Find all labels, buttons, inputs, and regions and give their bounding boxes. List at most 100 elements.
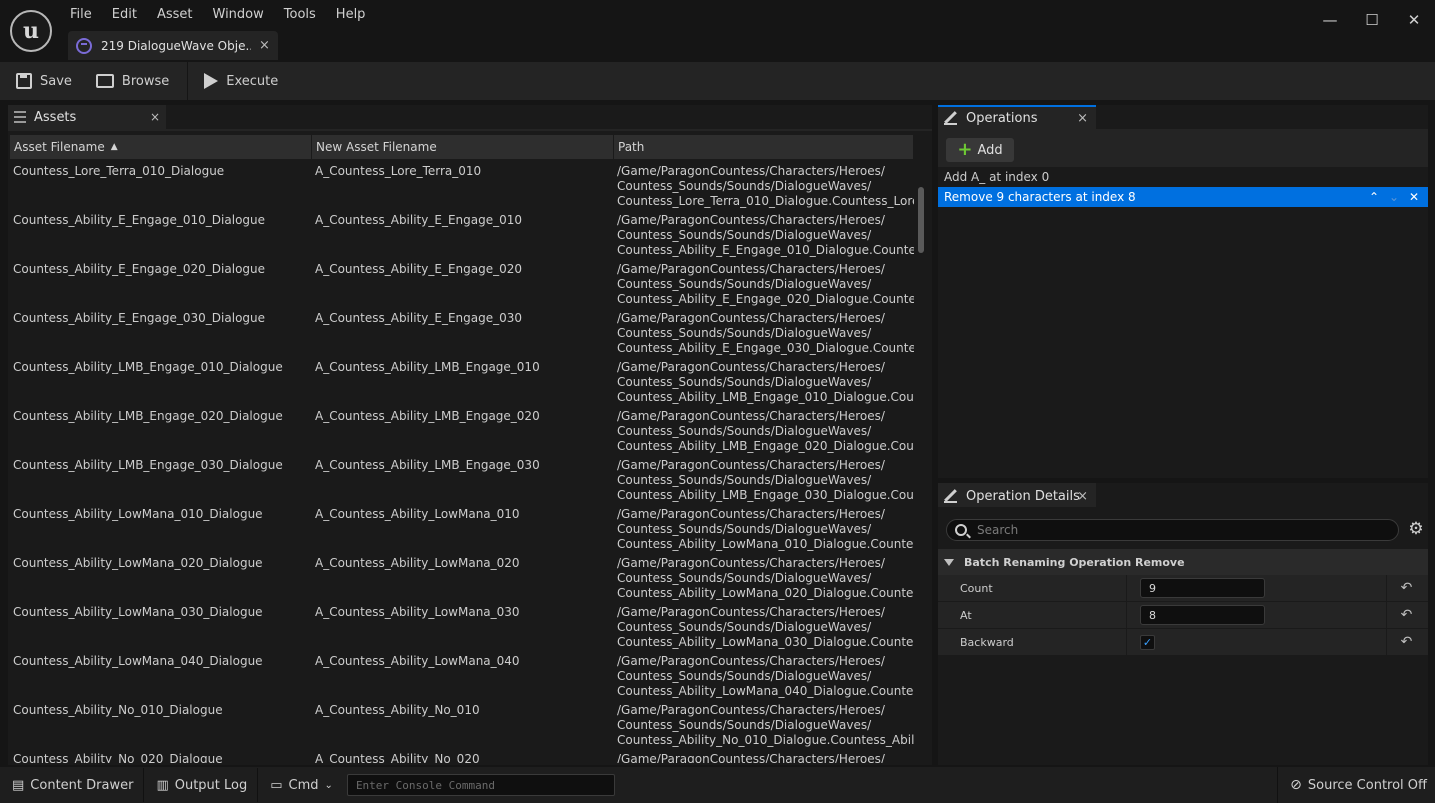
path-line: Countess_Ability_LowMana_030_Dialogue.Co…	[617, 635, 914, 649]
path-cell: /Game/ParagonCountess/Characters/Heroes/…	[614, 404, 914, 453]
close-assets-tab-icon[interactable]: ×	[150, 110, 160, 124]
menu-bar: File Edit Asset Window Tools Help	[60, 4, 375, 26]
menu-window[interactable]: Window	[203, 4, 274, 26]
maximize-button[interactable]: ☐	[1351, 0, 1393, 40]
path-line: /Game/ParagonCountess/Characters/Heroes/	[617, 213, 885, 227]
table-row[interactable]: Countess_Ability_LowMana_030_Dialogue A_C…	[10, 600, 914, 649]
execute-button[interactable]: Execute	[196, 66, 286, 96]
new-asset-filename-cell: A_Countess_Ability_No_010	[315, 703, 480, 717]
status-divider	[257, 768, 259, 802]
table-row[interactable]: Countess_Ability_E_Engage_030_Dialogue A_…	[10, 306, 914, 355]
source-control-button[interactable]: ⊘ Source Control Off	[1277, 767, 1427, 803]
source-control-label: Source Control Off	[1307, 777, 1427, 793]
save-button[interactable]: Save	[8, 66, 80, 96]
column-header-label: Asset Filename	[14, 140, 105, 154]
cmd-label: Cmd	[288, 777, 319, 793]
new-asset-filename-cell: A_Countess_Ability_LowMana_010	[315, 507, 520, 521]
move-up-icon[interactable]: ⌃	[1364, 190, 1384, 204]
assets-table: Asset Filename ▲ New Asset Filename Path…	[8, 129, 932, 765]
column-divider[interactable]	[1126, 629, 1127, 655]
count-field[interactable]	[1140, 578, 1265, 598]
cmd-dropdown[interactable]: ▭ Cmd ⌄	[264, 768, 339, 802]
at-field[interactable]	[1140, 605, 1265, 625]
path-cell: /Game/ParagonCountess/Characters/Heroes/…	[614, 257, 914, 306]
details-body: ⚙ Batch Renaming Operation Remove Count …	[938, 507, 1428, 765]
asset-filename-cell: Countess_Lore_Terra_010_Dialogue	[13, 164, 225, 178]
menu-file[interactable]: File	[60, 4, 102, 26]
output-log-button[interactable]: ▥ Output Log	[150, 768, 253, 802]
reset-to-default-icon[interactable]: ↶	[1386, 575, 1426, 601]
table-row[interactable]: Countess_Ability_E_Engage_020_Dialogue A_…	[10, 257, 914, 306]
unreal-logo-icon[interactable]: u	[10, 10, 52, 52]
move-down-icon[interactable]: ⌄	[1384, 190, 1404, 204]
menu-tools[interactable]: Tools	[274, 4, 326, 26]
table-row[interactable]: Countess_Ability_No_020_Dialogue A_Counte…	[10, 747, 914, 763]
table-row[interactable]: Countess_Lore_Terra_010_Dialogue A_Counte…	[10, 159, 914, 208]
column-divider[interactable]	[1126, 575, 1127, 601]
browse-button[interactable]: Browse	[88, 66, 177, 96]
column-header-asset-filename[interactable]: Asset Filename ▲	[10, 135, 312, 159]
operation-item[interactable]: Add A_ at index 0	[938, 167, 1428, 187]
operations-tab[interactable]: Operations ×	[938, 105, 1096, 129]
menu-edit[interactable]: Edit	[102, 4, 147, 26]
property-row-backward: Backward ✓ ↶	[938, 629, 1428, 656]
play-icon	[204, 73, 219, 89]
asset-filename-cell: Countess_Ability_LMB_Engage_020_Dialogue	[13, 409, 283, 423]
dialogue-wave-icon	[76, 37, 92, 54]
table-row[interactable]: Countess_Ability_LowMana_040_Dialogue A_C…	[10, 649, 914, 698]
table-row[interactable]: Countess_Ability_LowMana_010_Dialogue A_C…	[10, 502, 914, 551]
path-cell: /Game/ParagonCountess/Characters/Heroes/…	[614, 551, 914, 600]
operations-body: + Add Add A_ at index 0 Remove 9 charact…	[938, 129, 1428, 478]
gear-icon[interactable]: ⚙	[1407, 520, 1425, 538]
column-header-path[interactable]: Path	[614, 135, 914, 159]
table-row[interactable]: Countess_Ability_LowMana_020_Dialogue A_C…	[10, 551, 914, 600]
table-row[interactable]: Countess_Ability_No_010_Dialogue A_Counte…	[10, 698, 914, 747]
assets-tab-label: Assets	[34, 109, 77, 125]
path-line: Countess_Ability_LMB_Engage_020_Dialogue…	[617, 439, 914, 453]
toolbar: Save Browse Execute	[0, 62, 1435, 100]
add-label: Add	[977, 142, 1003, 158]
table-row[interactable]: Countess_Ability_LMB_Engage_030_Dialogue…	[10, 453, 914, 502]
table-row[interactable]: Countess_Ability_LMB_Engage_010_Dialogue…	[10, 355, 914, 404]
category-header[interactable]: Batch Renaming Operation Remove	[938, 549, 1428, 575]
column-header-new-asset-filename[interactable]: New Asset Filename	[312, 135, 614, 159]
table-row[interactable]: Countess_Ability_E_Engage_010_Dialogue A_…	[10, 208, 914, 257]
minimize-button[interactable]: —	[1309, 0, 1351, 40]
asset-filename-cell: Countess_Ability_LowMana_010_Dialogue	[13, 507, 263, 521]
menu-help[interactable]: Help	[326, 4, 376, 26]
document-tab[interactable]: 219 DialogueWave Obje... ×	[68, 31, 278, 60]
operation-item-selected[interactable]: Remove 9 characters at index 8 ⌃ ⌄ ✕	[938, 187, 1428, 207]
column-divider[interactable]	[1126, 602, 1127, 628]
menu-asset[interactable]: Asset	[147, 4, 203, 26]
browse-label: Browse	[121, 73, 170, 89]
content-drawer-button[interactable]: ▤ Content Drawer	[6, 768, 139, 802]
reset-to-default-icon[interactable]: ↶	[1386, 629, 1426, 655]
close-operations-tab-icon[interactable]: ×	[1077, 111, 1088, 126]
search-box[interactable]	[946, 519, 1399, 541]
new-asset-filename-cell: A_Countess_Ability_LMB_Engage_010	[315, 360, 540, 374]
path-line: Countess_Sounds/Sounds/DialogueWaves/	[617, 277, 872, 291]
path-cell: /Game/ParagonCountess/Characters/Heroes/	[614, 747, 914, 763]
path-line: /Game/ParagonCountess/Characters/Heroes/	[617, 703, 885, 717]
path-line: /Game/ParagonCountess/Characters/Heroes/	[617, 752, 885, 763]
vertical-scrollbar[interactable]	[918, 187, 924, 253]
reset-to-default-icon[interactable]: ↶	[1386, 602, 1426, 628]
close-window-button[interactable]: ✕	[1393, 0, 1435, 40]
close-details-tab-icon[interactable]: ×	[1077, 489, 1088, 504]
console-command-input[interactable]	[346, 774, 615, 796]
table-row[interactable]: Countess_Ability_LMB_Engage_020_Dialogue…	[10, 404, 914, 453]
property-name: Count	[960, 581, 993, 595]
backward-checkbox[interactable]: ✓	[1140, 635, 1155, 650]
operation-details-tab[interactable]: Operation Details ×	[938, 483, 1096, 507]
assets-tab[interactable]: Assets ×	[8, 105, 166, 129]
path-line: /Game/ParagonCountess/Characters/Heroes/	[617, 262, 885, 276]
search-input[interactable]	[977, 523, 1377, 537]
terminal-icon: ▭	[270, 777, 283, 793]
path-cell: /Game/ParagonCountess/Characters/Heroes/…	[614, 306, 914, 355]
new-asset-filename-cell: A_Countess_Ability_No_020	[315, 752, 480, 763]
path-cell: /Game/ParagonCountess/Characters/Heroes/…	[614, 159, 914, 208]
add-operation-button[interactable]: + Add	[946, 138, 1014, 162]
remove-operation-icon[interactable]: ✕	[1404, 190, 1424, 204]
path-line: Countess_Ability_E_Engage_010_Dialogue.C…	[617, 243, 914, 257]
close-tab-icon[interactable]: ×	[259, 38, 270, 53]
